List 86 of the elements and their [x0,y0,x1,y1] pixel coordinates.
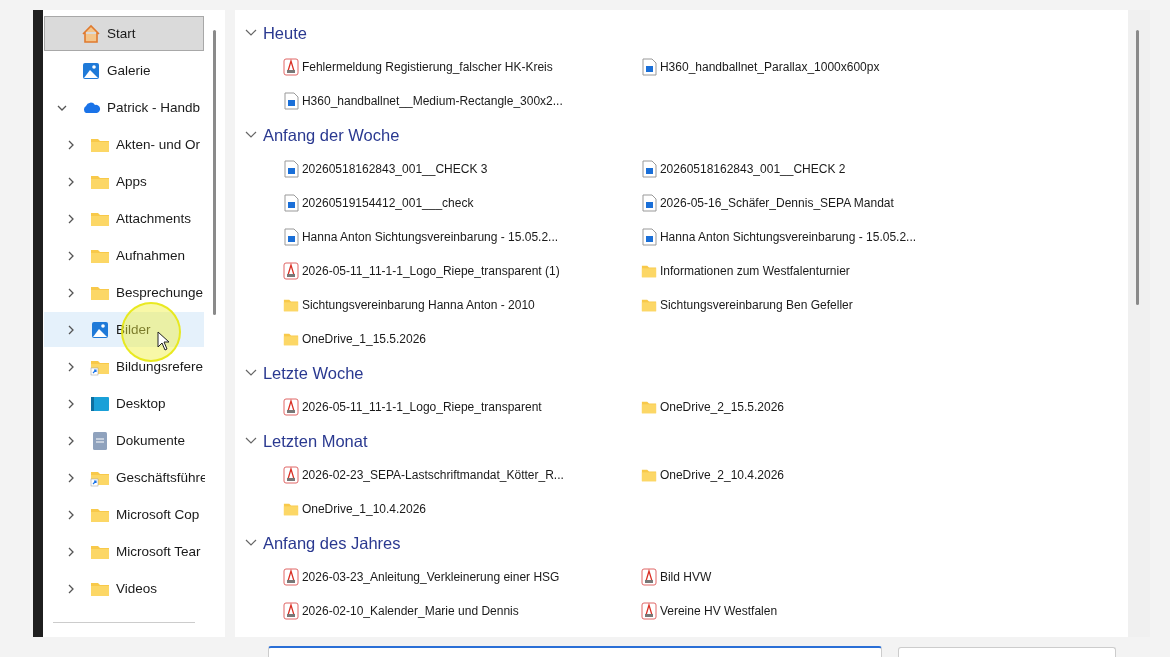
nav-item[interactable]: Akten- und Or [44,127,204,162]
chevron-icon[interactable] [66,435,76,446]
nav-item[interactable]: Apps [44,164,204,199]
nav-item[interactable]: Desktop [44,386,204,421]
file-item[interactable]: Fehlermeldung Registierung_falscher HK-Kreis [234,50,593,84]
group-header[interactable]: Letzte Woche [262,363,364,383]
chevron-icon[interactable] [66,546,76,557]
cursor-icon [157,331,171,351]
picture-icon [81,60,101,81]
group-header[interactable]: Letzten Monat [262,431,368,451]
chevron-icon[interactable] [244,437,257,445]
chevron-icon[interactable] [66,398,76,409]
nav-item[interactable]: Attachments [44,201,204,236]
file-item[interactable]: 20260518162843_001__CHECK 2 [592,152,1129,186]
image-file-icon [282,194,299,212]
select-field[interactable] [898,647,1116,657]
file-item[interactable]: Vereine HV Westfalen [592,594,1129,628]
chevron-icon[interactable] [66,213,76,224]
pdf-file-icon [282,58,299,76]
chevron-icon[interactable] [66,250,76,261]
file-item[interactable]: 2026-05-11_11-1-1_Logo_Riepe_transparent [234,390,593,424]
nav-item[interactable]: Patrick - Handb [44,90,204,125]
nav-item[interactable]: Dokumente [44,423,204,458]
file-item[interactable]: 2026-02-10_Kalender_Marie und Dennis [234,594,593,628]
chevron-icon[interactable] [66,324,76,335]
chevron-icon[interactable] [244,131,257,139]
picture-icon [90,319,110,340]
pdf-file-icon [282,568,299,586]
image-file-icon [640,160,657,178]
nav-item[interactable]: Besprechunge [44,275,204,310]
file-item[interactable]: 2026-05-11_11-1-1_Logo_Riepe_transparent (1) [234,254,593,288]
nav-item[interactable]: Videos [44,571,204,606]
chevron-icon[interactable] [66,176,76,187]
chevron-icon[interactable] [66,287,76,298]
input-field[interactable] [268,646,882,657]
file-item[interactable]: OneDrive_2_15.5.2026 [592,390,1129,424]
pdf-file-icon [282,398,299,416]
file-item[interactable]: Sichtungsvereinbarung Ben Gefeller [592,288,1129,322]
file-item[interactable]: OneDrive_1_10.4.2026 [234,492,593,526]
group-header[interactable]: Heute [262,23,307,43]
chevron-icon[interactable] [66,509,76,520]
document-icon [90,430,110,451]
chevron-icon[interactable] [244,539,257,547]
image-file-icon [282,92,299,110]
file-item[interactable]: 20260519154412_001___check [234,186,593,220]
pdf-file-icon [282,602,299,620]
image-file-icon [282,228,299,246]
home-icon [81,23,101,44]
file-item[interactable]: Hanna Anton Sichtungsvereinbarung - 15.05.2... [592,220,1129,254]
chevron-icon[interactable] [244,369,257,377]
file-item[interactable]: 2026-05-16_Schäfer_Dennis_SEPA Mandat [592,186,1129,220]
file-item[interactable]: 20260518162843_001__CHECK 3 [234,152,593,186]
file-item[interactable]: Sichtungsvereinbarung Hanna Anton - 2010 [234,288,593,322]
nav-item[interactable]: Geschäftsführe [44,460,204,495]
group-header[interactable]: Anfang der Woche [262,125,400,145]
group-header[interactable]: Anfang des Jahres [262,533,401,553]
pdf-file-icon [282,262,299,280]
file-item[interactable]: 2026-02-23_SEPA-Lastschriftmandat_Kötter_R... [234,458,593,492]
nav-item[interactable]: Microsoft Tear [44,534,204,569]
file-item[interactable]: Bild HVW [592,560,1129,594]
file-item[interactable]: Informationen zum Westfalenturnier [592,254,1129,288]
scrollbar-thumb[interactable] [1136,30,1140,305]
nav-item[interactable]: Galerie [44,53,204,88]
image-file-icon [640,58,657,76]
image-file-icon [640,194,657,212]
chevron-icon[interactable] [66,139,76,150]
file-item[interactable]: Hanna Anton Sichtungsvereinbarung - 15.05.2... [234,220,593,254]
pdf-file-icon [640,602,657,620]
chevron-icon[interactable] [66,583,76,594]
pdf-file-icon [282,466,299,484]
pdf-file-icon [640,568,657,586]
image-file-icon [282,160,299,178]
nav-item[interactable]: Microsoft Cop [44,497,204,532]
chevron-icon[interactable] [66,472,76,483]
file-item[interactable]: OneDrive_2_10.4.2026 [592,458,1129,492]
nav-item[interactable]: Bildungsrefere [44,349,204,384]
image-file-icon [640,228,657,246]
file-item[interactable]: H360_handballnet__Medium-Rectangle_300x2... [234,84,593,118]
nav-item[interactable]: Aufnahmen [44,238,204,273]
chevron-icon[interactable] [244,29,257,37]
file-item[interactable]: 2026-03-23_Anleitung_Verkleinerung einer HSG [234,560,593,594]
file-item[interactable]: H360_handballnet_Parallax_1000x600px [592,50,1129,84]
file-item[interactable]: OneDrive_1_15.5.2026 [234,322,593,356]
nav-item[interactable]: Start [44,16,204,51]
chevron-icon[interactable] [66,361,76,372]
scrollbar-thumb[interactable] [213,30,216,315]
